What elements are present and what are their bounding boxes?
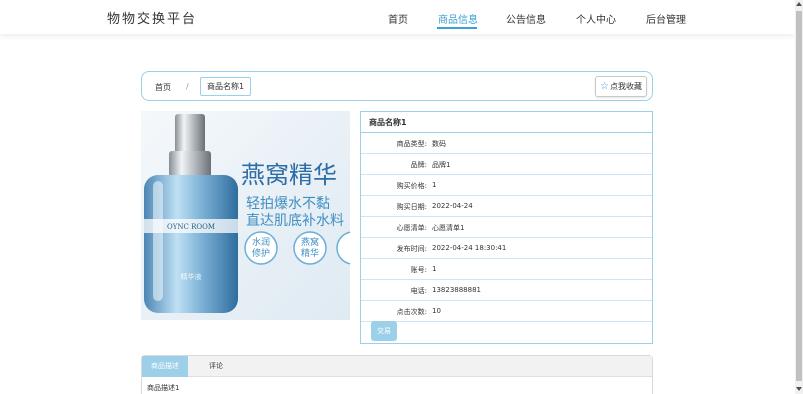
badge2-line2: 精华: [301, 247, 319, 259]
info-value: 2022-04-24: [432, 202, 473, 210]
detail-tabs: 商品描述 评论 商品描述1: [141, 355, 653, 394]
top-navbar: 物物交换平台 首页 商品信息 公告信息 个人中心 后台管理: [0, 0, 795, 34]
info-row-account: 账号: 1: [361, 259, 652, 280]
star-icon: ☆: [600, 81, 609, 92]
info-value: 10: [432, 307, 441, 315]
info-value: 数码: [432, 140, 446, 148]
nav-item-home[interactable]: 首页: [388, 11, 408, 26]
info-label: 心愿清单:: [396, 224, 427, 232]
page-root: 物物交换平台 首页 商品信息 公告信息 个人中心 后台管理 首页 / 商品名称1…: [0, 0, 803, 394]
badge1-line1: 水润: [252, 236, 270, 248]
badge1-line2: 修护: [252, 247, 270, 259]
info-value: 13823888881: [432, 286, 481, 294]
product-image: OYNC ROOM 精华液 燕窝精华 轻拍爆水不黏 直达肌底补水料 水润 修护 …: [141, 111, 350, 320]
info-value: 品牌1: [432, 161, 451, 169]
badge2-line1: 燕窝: [301, 236, 319, 248]
nav-item-products[interactable]: 商品信息: [438, 11, 478, 26]
info-value: 心愿清单1: [432, 224, 465, 232]
breadcrumb-separator: /: [186, 82, 189, 91]
breadcrumb-home[interactable]: 首页: [155, 82, 171, 93]
tab-description[interactable]: 商品描述: [142, 356, 188, 377]
info-row-brand: 品牌: 品牌1: [361, 154, 652, 175]
tab-bar: 商品描述 评论: [142, 356, 652, 377]
image-headline: 燕窝精华: [241, 161, 337, 189]
info-value: 2022-04-24 18:30:41: [432, 244, 507, 252]
info-label: 购买日期:: [396, 203, 427, 211]
site-brand[interactable]: 物物交换平台: [107, 8, 197, 27]
info-label: 电话:: [410, 287, 427, 295]
info-label: 账号:: [410, 266, 427, 274]
bottle-brand-text: OYNC ROOM: [167, 223, 215, 231]
image-line1: 轻拍爆水不黏: [246, 196, 330, 212]
scroll-up-arrow-icon[interactable]: [796, 2, 802, 6]
info-label: 购买价格:: [396, 182, 427, 190]
info-row-click-count: 点击次数: 10: [361, 301, 652, 322]
breadcrumb-current: 商品名称1: [200, 77, 252, 96]
info-label: 发布时间:: [396, 245, 427, 253]
nav-active-underline: [437, 27, 477, 29]
scrollbar-thumb[interactable]: [796, 11, 802, 381]
nav-item-admin[interactable]: 后台管理: [646, 11, 686, 26]
image-line2: 直达肌底补水料: [246, 212, 344, 229]
product-title: 商品名称1: [361, 112, 652, 133]
info-row-wishlist: 心愿清单: 心愿清单1: [361, 217, 652, 238]
info-label: 点击次数:: [396, 308, 427, 316]
tab-comments[interactable]: 评论: [200, 356, 232, 377]
info-row-type: 商品类型: 数码: [361, 133, 652, 154]
scroll-down-arrow-icon[interactable]: [796, 387, 802, 391]
info-row-publish-time: 发布时间: 2022-04-24 18:30:41: [361, 238, 652, 259]
bottle-label-text: 精华液: [181, 272, 202, 281]
tab-content: 商品描述1: [147, 384, 180, 392]
info-label: 商品类型:: [396, 140, 427, 148]
trade-button[interactable]: 交易: [371, 321, 397, 341]
page-scrollbar[interactable]: [795, 0, 803, 394]
breadcrumb: 首页 / 商品名称1 ☆ 点我收藏: [141, 71, 653, 101]
product-info-table: 商品名称1 商品类型: 数码 品牌: 品牌1 购买价格: 1 购买日期: 202…: [360, 111, 653, 344]
nav-item-announcements[interactable]: 公告信息: [506, 11, 546, 26]
favorite-button[interactable]: ☆ 点我收藏: [595, 76, 647, 97]
nav-item-personal-center[interactable]: 个人中心: [576, 11, 616, 26]
info-row-phone: 电话: 13823888881: [361, 280, 652, 301]
info-row-price: 购买价格: 1: [361, 175, 652, 196]
info-value: 1: [432, 265, 437, 273]
info-value: 1: [432, 181, 437, 189]
info-label: 品牌:: [410, 161, 427, 169]
favorite-button-label: 点我收藏: [610, 82, 642, 91]
info-row-purchase-date: 购买日期: 2022-04-24: [361, 196, 652, 217]
